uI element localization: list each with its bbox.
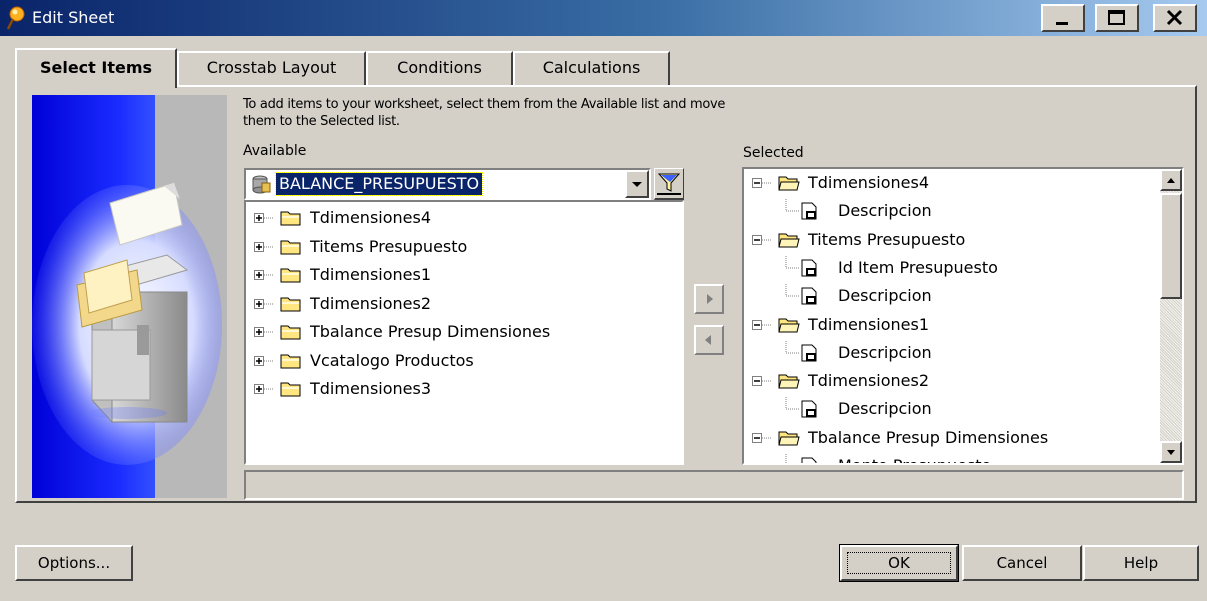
folder-icon	[280, 211, 301, 226]
filter-button[interactable]	[654, 168, 684, 200]
item-icon	[785, 199, 817, 220]
expand-icon[interactable]	[252, 292, 276, 316]
combo-dropdown-button[interactable]	[625, 170, 649, 198]
tab-crosstab-layout[interactable]: Crosstab Layout	[177, 51, 366, 85]
expand-icon[interactable]	[252, 206, 276, 230]
collapse-icon[interactable]	[750, 313, 774, 337]
close-button[interactable]	[1153, 4, 1197, 32]
item-icon	[785, 397, 817, 418]
business-area-value: BALANCE_PRESUPUESTO	[274, 172, 484, 196]
selected-item-label: Descripcion	[838, 342, 932, 362]
expand-icon[interactable]	[252, 235, 276, 259]
cancel-button[interactable]: Cancel	[962, 545, 1082, 581]
arrow-left-icon	[705, 335, 711, 345]
chevron-down-icon	[1167, 450, 1175, 455]
selected-folder-label: Tdimensiones2	[808, 371, 930, 391]
move-left-button[interactable]	[694, 325, 724, 355]
business-area-combo[interactable]: BALANCE_PRESUPUESTO	[244, 168, 651, 200]
close-icon	[1166, 9, 1183, 26]
folder-icon	[280, 240, 301, 254]
arrow-right-icon	[707, 294, 713, 304]
ok-label: OK	[842, 547, 956, 579]
maximize-button[interactable]	[1095, 4, 1139, 32]
folder-icon	[280, 382, 301, 397]
folder-icon	[280, 354, 301, 368]
expand-icon[interactable]	[252, 320, 276, 344]
available-folder-label: Titems Presupuesto	[310, 236, 468, 256]
available-tree[interactable]: Tdimensiones4 Titems Presupuesto Tdimensio…	[244, 200, 684, 465]
selected-item-label: Monto Presupuesto	[838, 454, 991, 463]
chevron-up-icon	[1167, 178, 1175, 183]
minimize-button[interactable]	[1041, 4, 1085, 32]
help-button[interactable]: Help	[1083, 545, 1199, 581]
description-box	[244, 470, 1184, 500]
selected-label: Selected	[743, 145, 804, 161]
collapse-icon[interactable]	[750, 171, 774, 195]
selected-folder-label: Titems Presupuesto	[808, 229, 966, 249]
folder-open-icon	[778, 233, 800, 248]
scroll-down-button[interactable]	[1160, 441, 1182, 463]
file-cabinet-illustration	[32, 95, 227, 498]
scroll-up-button[interactable]	[1160, 169, 1182, 191]
selected-item-label: Id Item Presupuesto	[838, 257, 998, 277]
folder-open-icon	[778, 374, 800, 389]
tab-calculations[interactable]: Calculations	[513, 51, 670, 85]
chevron-down-icon	[632, 182, 642, 187]
collapse-icon[interactable]	[750, 228, 774, 252]
item-icon	[785, 255, 817, 277]
item-icon	[785, 284, 817, 305]
item-icon	[785, 340, 817, 362]
options-button[interactable]: Options...	[15, 545, 133, 581]
wizard-illustration	[32, 95, 227, 498]
business-area-icon	[252, 175, 271, 194]
item-icon	[785, 454, 817, 463]
available-label: Available	[243, 143, 307, 159]
discoverer-pin-icon	[6, 6, 25, 30]
scroll-thumb[interactable]	[1160, 193, 1182, 299]
selected-item-label: Descripcion	[838, 201, 932, 221]
tab-select-items[interactable]: Select Items	[15, 48, 177, 88]
collapse-icon[interactable]	[750, 369, 774, 393]
available-folder-label: Tdimensiones2	[310, 293, 432, 313]
selected-item-label: Descripcion	[838, 286, 932, 306]
move-right-button[interactable]	[694, 284, 724, 314]
tab-conditions[interactable]: Conditions	[366, 51, 513, 85]
folder-open-icon	[778, 431, 800, 446]
available-folder-label: Tdimensiones1	[310, 265, 432, 284]
folder-open-icon	[778, 318, 800, 332]
selected-tree[interactable]: Tdimensiones4 Descripcion Titems Presupues…	[742, 167, 1184, 465]
filter-icon	[657, 173, 681, 195]
folder-icon	[280, 268, 301, 283]
available-folder-label: Tbalance Presup Dimensiones	[310, 322, 551, 341]
instruction-line-1: To add items to your worksheet, select t…	[243, 97, 726, 112]
available-folder-label: Tdimensiones4	[310, 208, 432, 227]
available-folder-label: Vcatalogo Productos	[310, 350, 474, 370]
selected-scrollbar[interactable]	[1160, 169, 1182, 463]
maximize-icon	[1108, 10, 1125, 25]
folder-open-icon	[778, 176, 800, 191]
selected-folder-label: Tdimensiones4	[808, 173, 930, 192]
window-title: Edit Sheet	[32, 8, 115, 27]
selected-item-label: Descripcion	[838, 399, 932, 419]
instruction-line-2: them to the Selected list.	[243, 114, 400, 129]
folder-icon	[280, 297, 301, 311]
expand-icon[interactable]	[252, 377, 276, 401]
expand-icon[interactable]	[252, 263, 276, 287]
available-folder-label: Tdimensiones3	[310, 379, 432, 398]
expand-icon[interactable]	[252, 349, 276, 373]
ok-button[interactable]: OK	[839, 544, 959, 582]
selected-folder-label: Tbalance Presup Dimensiones	[808, 427, 1049, 447]
folder-icon	[280, 325, 301, 340]
selected-folder-label: Tdimensiones1	[808, 314, 930, 334]
title-bar[interactable]: Edit Sheet	[0, 0, 1207, 36]
collapse-icon[interactable]	[750, 426, 774, 450]
instruction-text: To add items to your worksheet, select t…	[243, 96, 843, 130]
minimize-icon	[1056, 22, 1068, 25]
